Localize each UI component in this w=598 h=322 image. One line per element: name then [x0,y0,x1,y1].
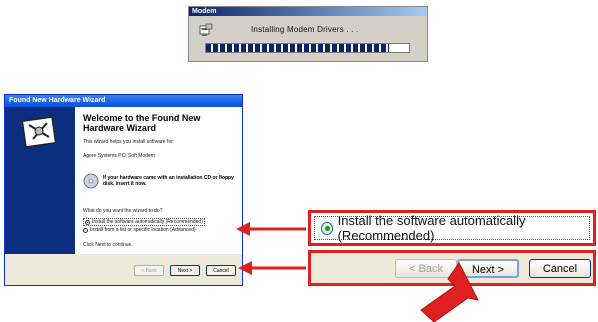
next-button-zoomed[interactable]: Next > [457,259,519,278]
wizard-title-bar: Found New Hardware Wizard [5,95,242,107]
modem-dialog-title: Modem [189,7,427,16]
cancel-button[interactable]: Cancel [206,265,236,276]
wizard-content: Welcome to the Found New Hardware Wizard… [75,107,242,254]
arrow-to-option [236,222,306,236]
continue-hint: Click Next to continue. [83,242,133,248]
radio-selected-zoomed[interactable] [321,221,333,235]
found-new-hardware-wizard: Found New Hardware Wizard Welcome to the… [4,94,243,286]
arrow-to-buttons [238,261,306,275]
callout-buttons: < Back Next > Cancel [308,250,596,286]
hardware-wizard-icon [21,116,57,148]
wizard-side-panel [5,107,75,254]
callout-option-row[interactable]: Install the software automatically (Reco… [314,213,590,243]
cancel-button-zoomed[interactable]: Cancel [529,259,591,278]
modem-icon [199,23,213,36]
cd-icon [83,173,99,189]
modem-progress-dialog: Modem Installing Modem Drivers . . . [188,6,428,62]
progress-bar [205,43,410,53]
option-auto-label: Install the software automatically (Reco… [92,219,203,225]
wizard-heading: Welcome to the Found New Hardware Wizard [83,113,201,133]
progress-fill [206,44,389,52]
back-button-zoomed[interactable]: < Back [395,259,457,278]
callout-install-option: Install the software automatically (Reco… [308,210,596,246]
next-button[interactable]: Next > [170,265,200,276]
device-name: Agere Systems PCI Soft Modem [83,153,155,159]
cd-hint: If your hardware came with an installati… [103,175,234,187]
option-install-automatically[interactable]: Install the software automatically (Reco… [83,218,205,226]
radio-selected[interactable] [85,219,90,225]
option-install-from-list[interactable]: Install from a list or specific location… [83,227,196,233]
back-button[interactable]: < Back [134,265,164,276]
wizard-question: What do you want the wizard to do? [83,208,163,214]
wizard-intro: This wizard helps you install software f… [83,139,175,145]
modem-status-text: Installing Modem Drivers . . . [251,25,359,34]
option-list-label: Install from a list or specific location… [90,227,196,233]
radio-unselected[interactable] [83,227,88,233]
callout-option-label: Install the software automatically (Reco… [337,213,526,243]
